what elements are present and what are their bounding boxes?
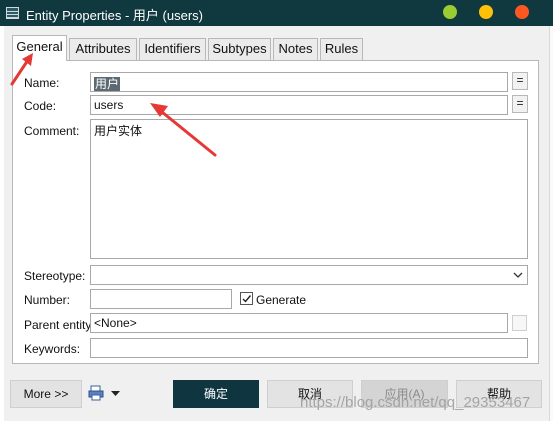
generate-label: Generate — [256, 293, 307, 307]
keywords-label: Keywords: — [24, 342, 81, 356]
window-title: Entity Properties - 用户 (users) — [26, 8, 203, 23]
close-button[interactable] — [515, 5, 529, 19]
code-label: Code: — [24, 99, 57, 113]
printer-icon — [88, 385, 104, 401]
chevron-down-icon — [513, 272, 523, 278]
parent-entity-value: <None> — [94, 316, 137, 330]
maximize-button[interactable] — [479, 5, 493, 19]
minimize-button[interactable] — [443, 5, 457, 19]
name-sync-button[interactable]: = — [512, 72, 528, 90]
code-sync-button[interactable]: = — [512, 95, 528, 113]
tab-general[interactable]: General — [12, 35, 67, 61]
tab-identifiers[interactable]: Identifiers — [139, 38, 206, 60]
comment-label: Comment: — [24, 124, 80, 138]
comment-value: 用户实体 — [94, 124, 143, 138]
tab-subtypes[interactable]: Subtypes — [208, 38, 271, 60]
number-field[interactable] — [90, 289, 232, 309]
dropdown-arrow-icon — [111, 391, 120, 396]
watermark-text: https://blog.csdn.net/qq_29353467 — [300, 394, 531, 411]
more-button[interactable]: More >> — [10, 380, 82, 408]
generate-checkbox[interactable] — [240, 292, 253, 305]
tab-rules[interactable]: Rules — [320, 38, 363, 60]
code-value: users — [94, 98, 124, 112]
name-label: Name: — [24, 76, 60, 90]
print-menu-button[interactable] — [88, 384, 124, 404]
entity-table-icon — [6, 7, 19, 19]
comment-textarea[interactable]: 用户实体 — [90, 119, 528, 259]
stereotype-select[interactable] — [90, 265, 528, 285]
keywords-field[interactable] — [90, 338, 528, 358]
number-label: Number: — [24, 293, 71, 307]
parent-entity-browse-button[interactable] — [512, 315, 527, 331]
parent-entity-field[interactable]: <None> — [90, 313, 508, 333]
parent-entity-label: Parent entity: — [24, 318, 95, 332]
title-bar: Entity Properties - 用户 (users) — [0, 0, 553, 26]
tab-attributes[interactable]: Attributes — [69, 38, 137, 60]
code-field[interactable]: users — [90, 95, 508, 115]
tab-notes[interactable]: Notes — [273, 38, 318, 60]
stereotype-label: Stereotype: — [24, 269, 86, 283]
name-value: 用户 — [94, 77, 121, 91]
checkmark-icon — [242, 295, 252, 303]
window-edge — [549, 26, 553, 421]
ok-button[interactable]: 确定 — [173, 380, 259, 408]
name-field[interactable]: 用户 — [90, 72, 508, 92]
